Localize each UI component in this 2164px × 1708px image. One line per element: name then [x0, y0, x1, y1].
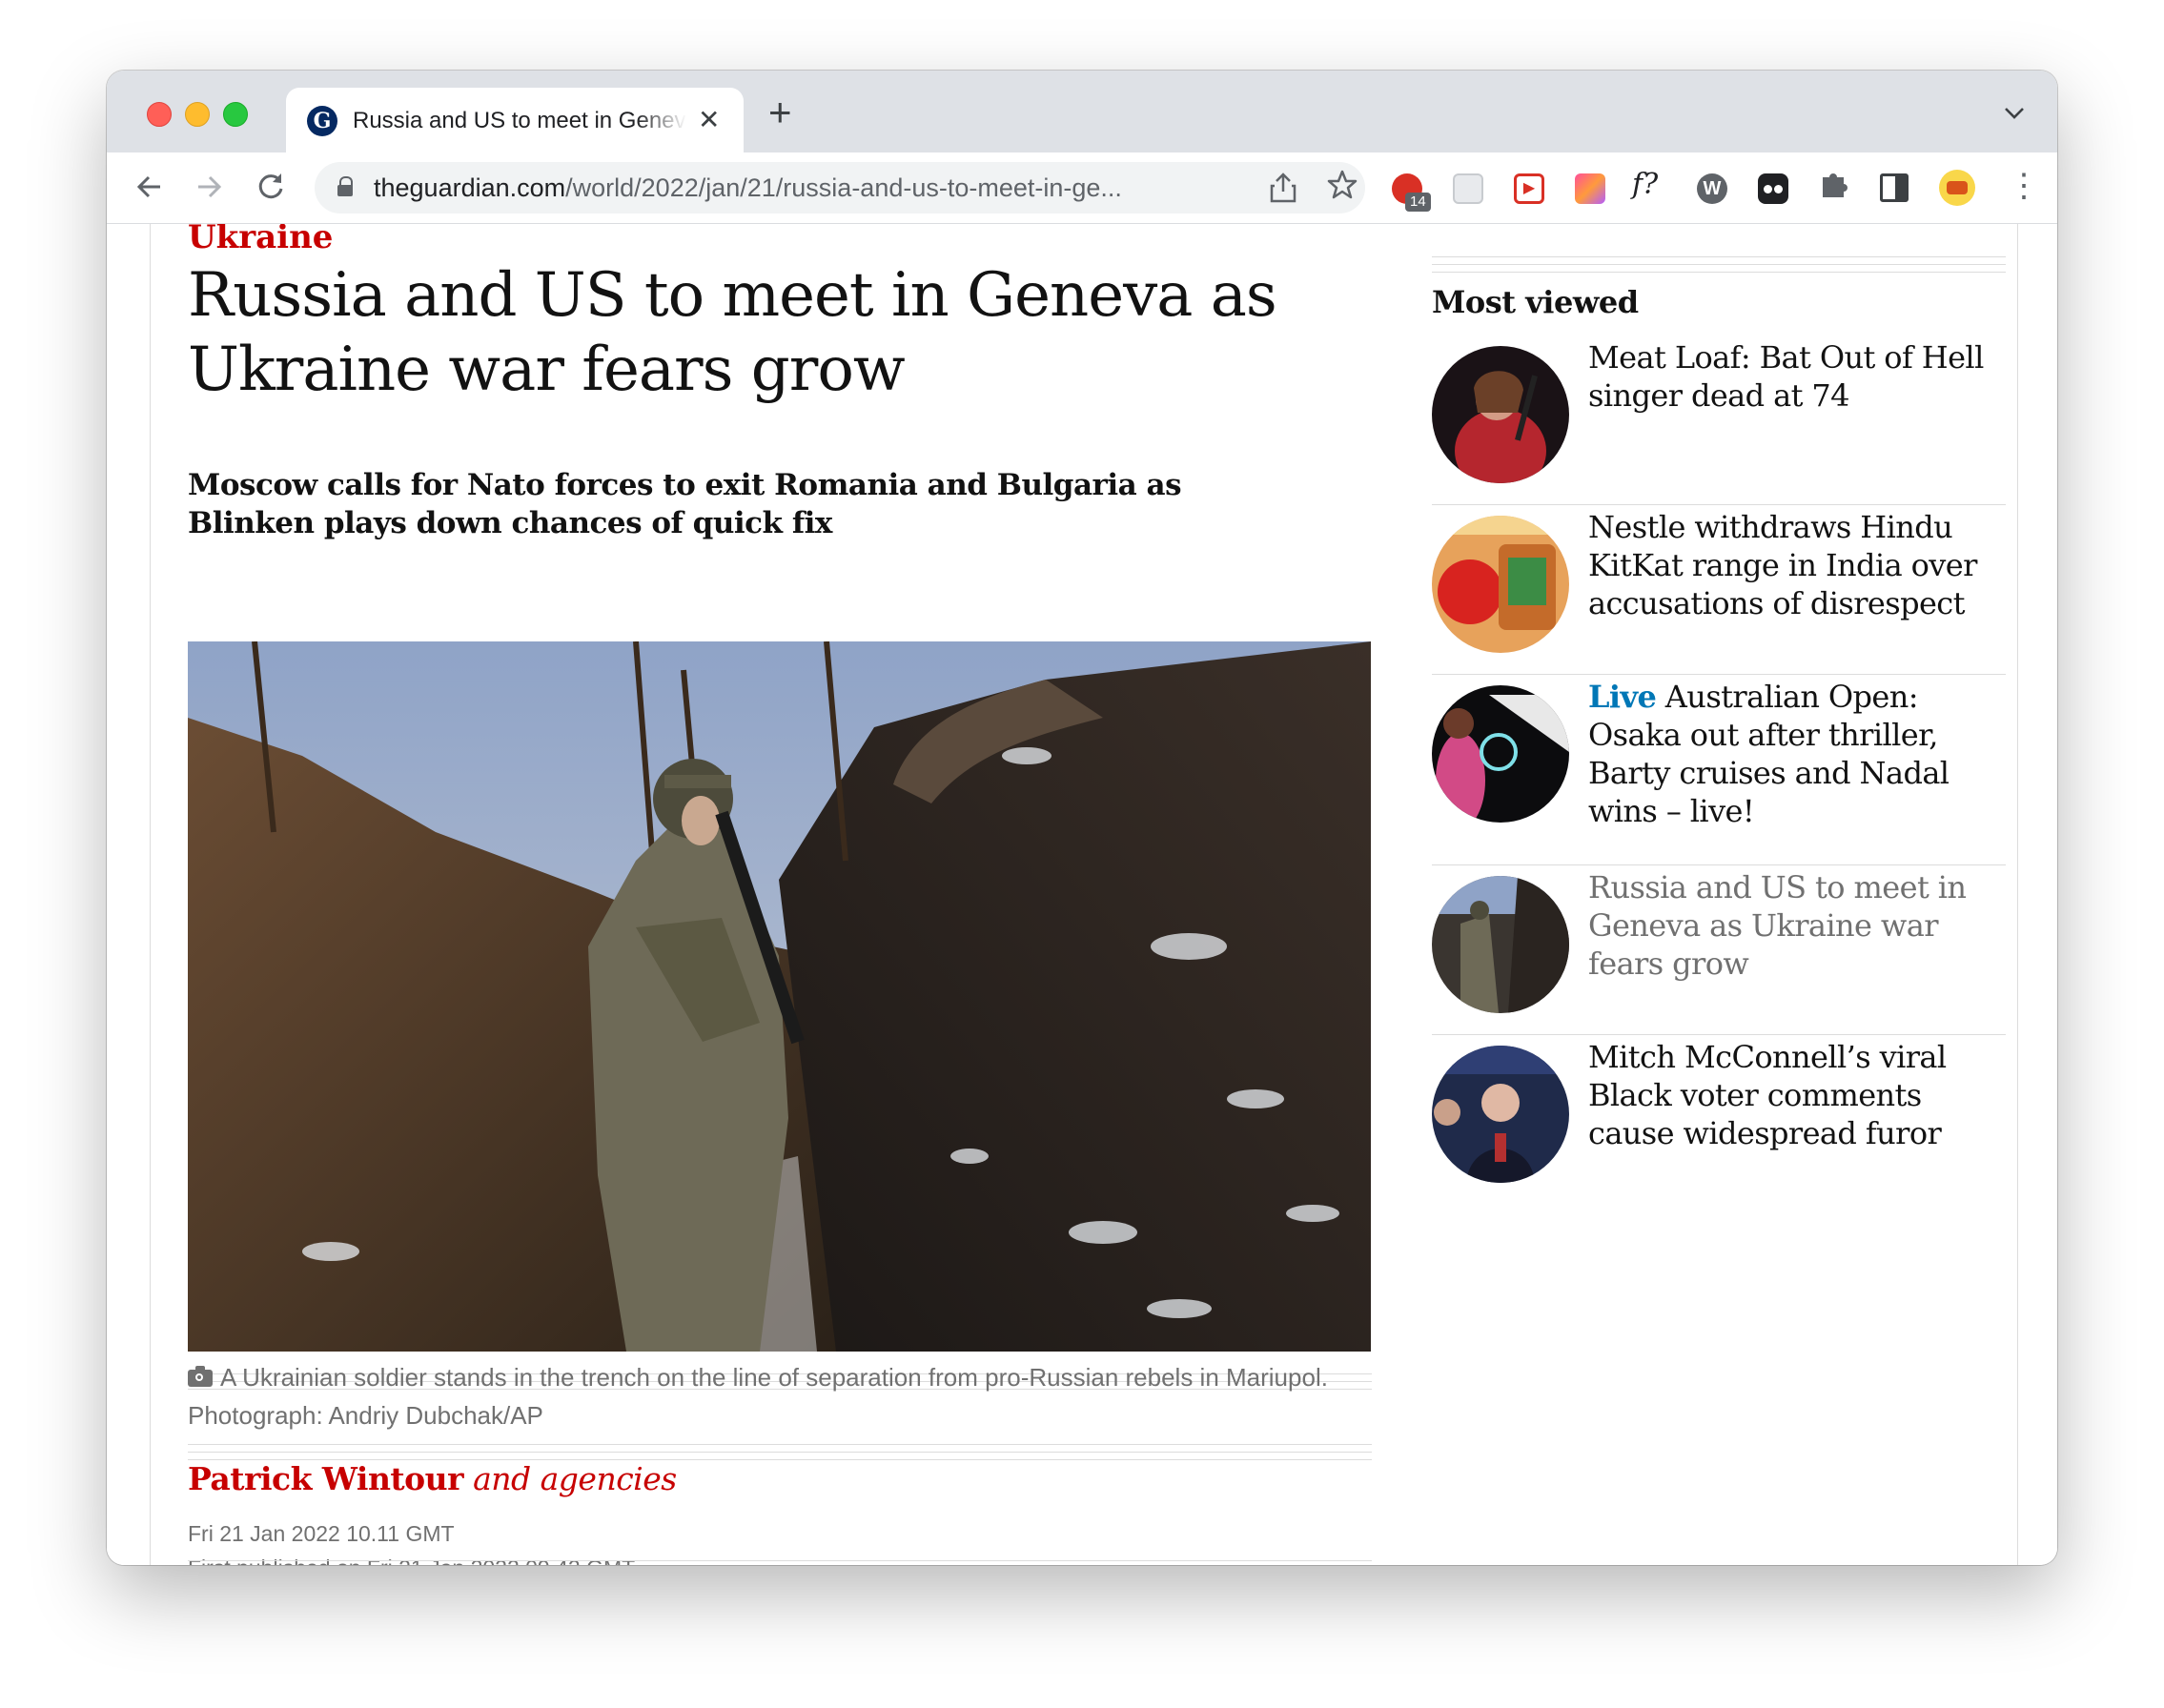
- author-link[interactable]: Patrick Wintour: [188, 1460, 464, 1497]
- column-divider: [150, 224, 151, 1565]
- guardian-favicon-icon: G: [307, 106, 337, 136]
- byline: Patrick Wintour and agencies: [188, 1455, 677, 1503]
- forward-arrow-icon[interactable]: [194, 166, 223, 218]
- browser-toolbar: theguardian.com/world/2022/jan/21/russia…: [107, 152, 2057, 224]
- column-divider: [2017, 224, 2018, 1565]
- most-viewed-thumbnail[interactable]: [1432, 516, 1569, 653]
- most-viewed-rule: [1432, 256, 2006, 279]
- minimize-window-button[interactable]: [185, 102, 210, 127]
- tab-strip: G Russia and US to meet in Geneva as Ukr…: [107, 71, 2057, 152]
- address-bar[interactable]: theguardian.com/world/2022/jan/21/russia…: [315, 162, 1365, 214]
- most-viewed-title[interactable]: Mitch McConnell’s viral Black voter comm…: [1588, 1038, 2006, 1152]
- share-icon[interactable]: [1270, 171, 1296, 211]
- article-standfirst: Moscow calls for Nato forces to exit Rom…: [188, 468, 1182, 540]
- item-divider: [1432, 674, 2006, 675]
- article-headline: Russia and US to meet in Geneva as Ukrai…: [188, 260, 1277, 405]
- most-viewed-title[interactable]: Live Australian Open: Osaka out after th…: [1588, 678, 2006, 830]
- profile-avatar[interactable]: [1939, 170, 1975, 206]
- new-tab-button[interactable]: +: [768, 92, 792, 133]
- most-viewed-item[interactable]: Nestle withdraws Hindu KitKat range in I…: [1432, 504, 2006, 685]
- formula-extension-icon[interactable]: f?: [1632, 168, 1670, 201]
- most-viewed-title[interactable]: Nestle withdraws Hindu KitKat range in I…: [1588, 508, 2006, 622]
- most-viewed-thumbnail[interactable]: [1432, 346, 1569, 483]
- most-viewed-heading: Most viewed: [1432, 284, 1639, 320]
- camera-icon: [188, 1366, 213, 1387]
- first-published-date: First published on Fri 21 Jan 2022 09.42…: [188, 1551, 635, 1565]
- most-viewed-title-text: Nestle withdraws Hindu KitKat range in I…: [1588, 509, 1977, 621]
- most-viewed-title-text: Mitch McConnell’s viral Black voter comm…: [1588, 1039, 1947, 1151]
- most-viewed-thumbnail[interactable]: [1432, 1046, 1569, 1183]
- reload-icon[interactable]: [255, 166, 286, 218]
- dateline: Fri 21 Jan 2022 10.11 GMT First publishe…: [188, 1516, 635, 1565]
- most-viewed-thumbnail[interactable]: [1432, 876, 1569, 1013]
- most-viewed-title-text: Russia and US to meet in Geneva as Ukrai…: [1588, 869, 1967, 982]
- play-extension-icon[interactable]: ▶: [1514, 173, 1544, 204]
- caption-text: A Ukrainian soldier stands in the trench…: [188, 1363, 1328, 1430]
- publish-date[interactable]: Fri 21 Jan 2022 10.11 GMT: [188, 1516, 635, 1551]
- lock-icon[interactable]: [337, 176, 353, 196]
- hero-image: [188, 641, 1371, 1352]
- meta-divider: [188, 1560, 1372, 1561]
- browser-window: G Russia and US to meet in Geneva as Ukr…: [107, 71, 2057, 1565]
- active-tab[interactable]: G Russia and US to meet in Geneva as Ukr…: [286, 88, 744, 152]
- tab-title: Russia and US to meet in Geneva as Ukrai…: [353, 108, 686, 133]
- page-content: Ukraine Russia and US to meet in Geneva …: [107, 224, 2057, 1565]
- tab-close-icon[interactable]: ✕: [698, 104, 720, 136]
- most-viewed-item[interactable]: Meat Loaf: Bat Out of Hell singer dead a…: [1432, 339, 2006, 516]
- section-link[interactable]: Ukraine: [188, 224, 333, 256]
- more-menu-icon[interactable]: ⋮: [2008, 170, 2040, 202]
- react-devtools-extension-icon[interactable]: [1453, 173, 1483, 204]
- image-caption: A Ukrainian soldier stands in the trench…: [188, 1358, 1371, 1434]
- color-gradient-extension-icon[interactable]: [1575, 173, 1605, 204]
- item-divider: [1432, 864, 2006, 865]
- side-panel-icon[interactable]: [1880, 173, 1909, 202]
- extension-count-badge: 14: [1405, 193, 1431, 212]
- maximize-window-button[interactable]: [223, 102, 248, 127]
- most-viewed-item[interactable]: Live Australian Open: Osaka out after th…: [1432, 674, 2006, 855]
- live-kicker: Live: [1588, 679, 1657, 715]
- url-path: /world/2022/jan/21/russia-and-us-to-meet…: [565, 173, 1122, 202]
- most-viewed-title[interactable]: Meat Loaf: Bat Out of Hell singer dead a…: [1588, 338, 2006, 415]
- close-window-button[interactable]: [147, 102, 172, 127]
- puzzle-extensions-icon[interactable]: [1819, 168, 1849, 198]
- back-arrow-icon[interactable]: [135, 166, 164, 218]
- most-viewed-item[interactable]: Mitch McConnell’s viral Black voter comm…: [1432, 1034, 2006, 1215]
- author-suffix: and agencies: [473, 1460, 677, 1497]
- item-divider: [1432, 504, 2006, 505]
- most-viewed-title-text: Meat Loaf: Bat Out of Hell singer dead a…: [1588, 339, 1984, 414]
- url-text[interactable]: theguardian.com/world/2022/jan/21/russia…: [374, 173, 1232, 202]
- most-viewed-item[interactable]: Russia and US to meet in Geneva as Ukrai…: [1432, 864, 2006, 1046]
- most-viewed-thumbnail[interactable]: [1432, 685, 1569, 823]
- bookmark-star-icon[interactable]: [1327, 169, 1358, 210]
- item-divider: [1432, 1034, 2006, 1035]
- most-viewed-title[interactable]: Russia and US to meet in Geneva as Ukrai…: [1588, 868, 2006, 983]
- tab-search-chevron-icon[interactable]: [2004, 97, 2025, 127]
- url-host: theguardian.com: [374, 173, 566, 202]
- w-extension-icon[interactable]: W: [1697, 173, 1727, 204]
- tampermonkey-extension-icon[interactable]: [1758, 173, 1788, 204]
